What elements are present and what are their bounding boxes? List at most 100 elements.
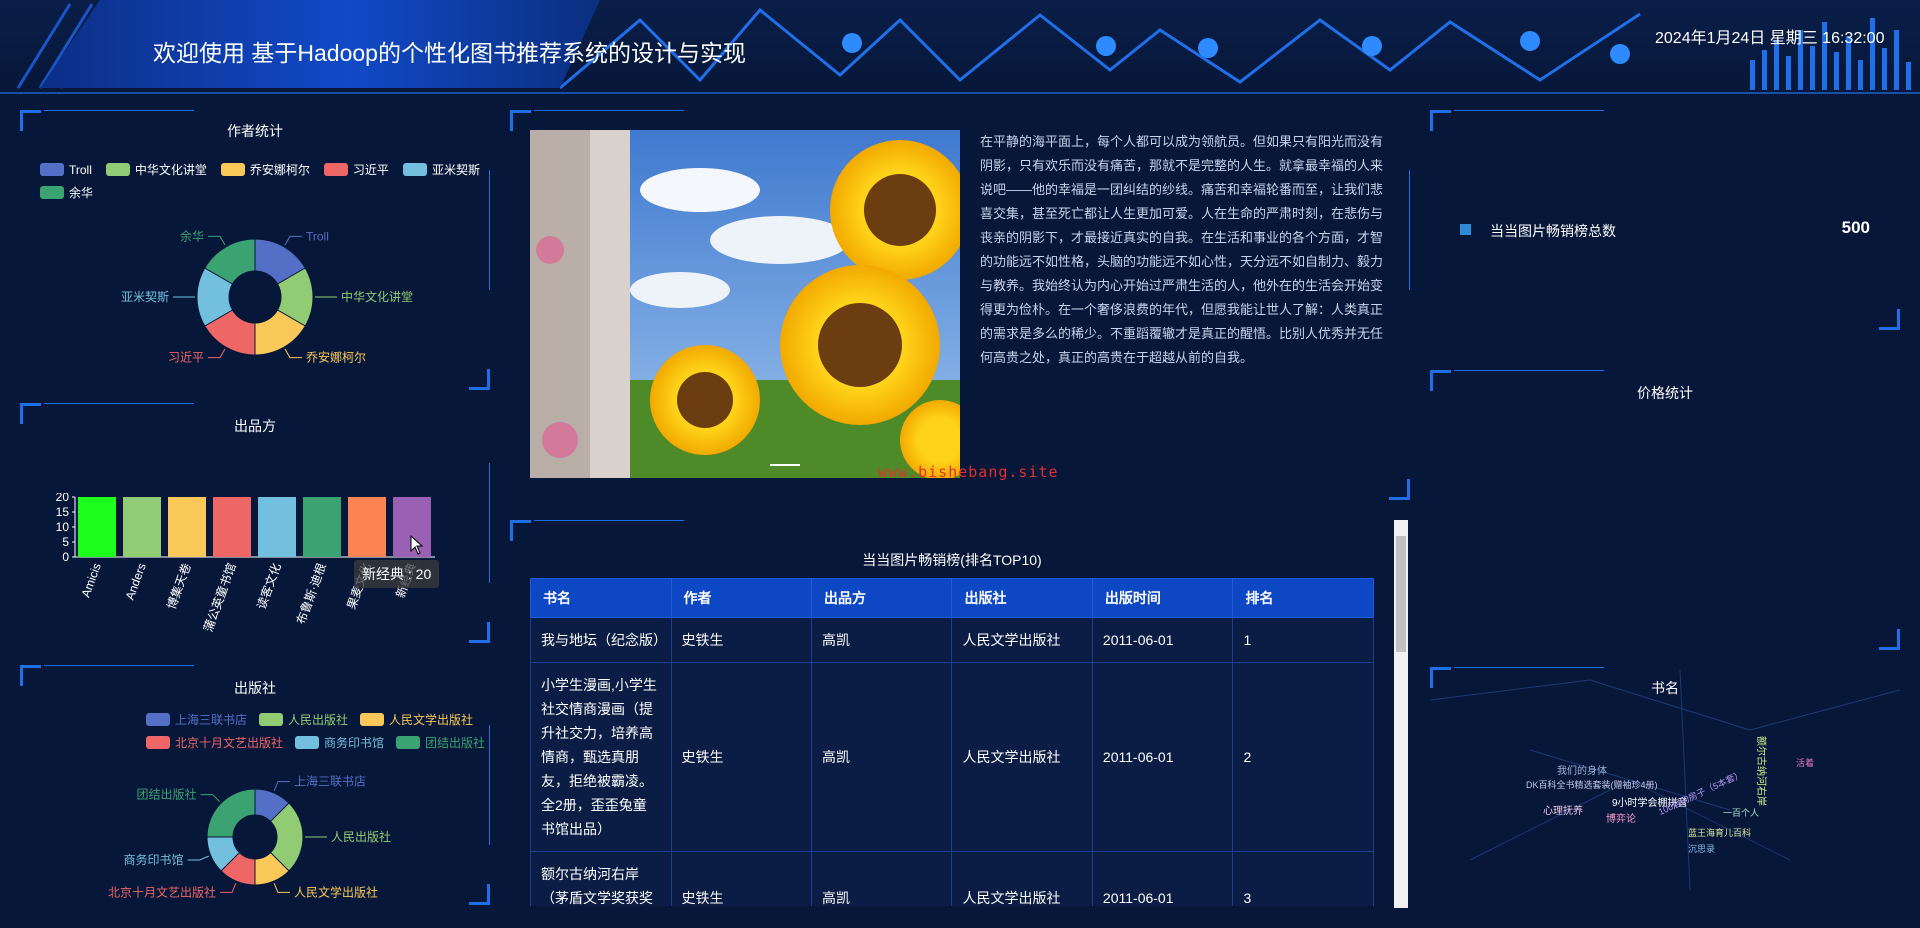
slice-label: 中华文化讲堂	[341, 289, 413, 304]
label-line	[284, 348, 302, 359]
x-tick-label: Amicis	[79, 561, 104, 599]
bar[interactable]	[168, 497, 206, 557]
watermark-text: www.bishebang.site	[878, 463, 1059, 481]
y-tick-label: 5	[62, 535, 69, 549]
legend-label: 习近平	[352, 163, 389, 177]
word-cloud-item[interactable]: 额尔古纳河右岸	[1755, 736, 1770, 806]
legend-label: 上海三联书店	[175, 713, 248, 727]
slice-label: 北京十月文艺出版社	[108, 884, 216, 899]
page-header: 欢迎使用 基于Hadoop的个性化图书推荐系统的设计与实现 2024年1月24日…	[0, 0, 1920, 94]
label-line	[208, 348, 226, 359]
legend-label: 中华文化讲堂	[134, 163, 207, 177]
table-row[interactable]: 额尔古纳河右岸（茅盾文学奖获奖作品） 史铁生 高凯 人民文学出版社 2011-0…	[530, 851, 1374, 906]
word-cloud-item[interactable]: 心理抚养	[1543, 802, 1583, 817]
legend-item[interactable]: 北京十月文艺出版社	[146, 734, 283, 751]
table-scrollbar[interactable]	[1394, 520, 1408, 908]
bar[interactable]	[348, 497, 386, 557]
y-tick-label: 10	[56, 520, 70, 534]
column-header: 书名	[530, 578, 672, 618]
legend-swatch	[146, 736, 170, 749]
panel-edge	[1454, 370, 1604, 371]
bar[interactable]	[258, 497, 296, 557]
slice-label: 亚米契斯	[121, 290, 169, 304]
legend-item[interactable]: 余华	[40, 184, 93, 201]
slice-label: 人民文学出版社	[294, 884, 378, 899]
bar[interactable]	[78, 497, 116, 557]
total-label: 当当图片畅销榜总数	[1490, 223, 1616, 239]
bookname-word-cloud: 我们的身体 DK百科全书精选套装(赠袖珍4册) 9小时学会棚拼音 心理抚养 博弈…	[1430, 720, 1900, 910]
author-stats-panel: 作者统计 Troll 中华文化讲堂 乔安娜柯尔 习近平 亚米契斯 余华 Trol…	[20, 110, 490, 390]
word-cloud-item[interactable]: 蓝王海育儿百科	[1688, 826, 1751, 839]
legend-swatch	[360, 713, 385, 726]
panel-edge	[1409, 170, 1410, 290]
word-cloud-item[interactable]: 活着	[1796, 756, 1814, 769]
legend-item[interactable]: 上海三联书店	[146, 711, 247, 728]
ranking-table-wrap: 书名 作者 出品方 出版社 出版时间 排名 我与地坛（纪念版） 史铁生 高凯 人…	[530, 578, 1374, 906]
bar[interactable]	[123, 497, 161, 557]
author-stats-title: 作者统计	[227, 123, 283, 139]
table-cell: 高凯	[810, 617, 953, 663]
legend-item[interactable]: Troll	[40, 161, 92, 178]
table-cell: 2	[1232, 662, 1374, 852]
table-cell: 2011-06-01	[1091, 851, 1234, 906]
legend-label: 余华	[69, 186, 94, 200]
table-cell: 1	[1232, 617, 1374, 663]
panel-edge	[1454, 110, 1604, 111]
legend-item[interactable]: 人民文学出版社	[360, 711, 473, 728]
legend-item[interactable]: 亚米契斯	[402, 161, 480, 178]
price-title: 价格统计	[1637, 385, 1693, 401]
panel-corner	[1879, 629, 1900, 650]
column-header: 作者	[670, 578, 812, 618]
column-header: 出版社	[951, 578, 1093, 618]
table-cell: 人民文学出版社	[951, 662, 1093, 852]
total-value: 500	[1841, 218, 1870, 237]
word-cloud-item[interactable]: 一百个人	[1723, 806, 1759, 819]
legend-swatch	[105, 163, 130, 176]
table-cell: 3	[1232, 851, 1374, 906]
word-cloud-item[interactable]: 我们的身体	[1557, 762, 1607, 777]
image-carousel[interactable]	[530, 130, 960, 478]
x-tick-label: Anders	[123, 561, 149, 602]
legend-label: 北京十月文艺出版社	[175, 736, 284, 750]
author-donut-chart[interactable]: Troll 中华文化讲堂乔安娜柯尔 习近平 亚米契斯 余华	[20, 200, 490, 390]
table-cell: 我与地坛（纪念版）	[530, 617, 672, 663]
x-tick-label: 蒲公英童书馆	[200, 561, 239, 634]
legend-label: 亚米契斯	[431, 163, 480, 177]
table-row[interactable]: 小学生漫画,小学生社交情商漫画（提升社交力，培养高情商，甄选真朋友，拒绝被霸凌。…	[530, 662, 1374, 852]
legend-item[interactable]: 乔安娜柯尔	[220, 161, 310, 178]
legend-item[interactable]: 中华文化讲堂	[105, 161, 207, 178]
table-cell: 2011-06-01	[1091, 662, 1234, 852]
panel-corner	[1430, 110, 1451, 131]
panel-corner	[1879, 309, 1900, 330]
legend-swatch	[295, 736, 320, 749]
word-cloud-item[interactable]: 沉思录	[1688, 842, 1715, 855]
scrollbar-thumb[interactable]	[1396, 536, 1406, 652]
legend-item[interactable]: 商务印书馆	[295, 734, 384, 751]
slice-label: 习近平	[168, 351, 204, 365]
table-header-row: 书名 作者 出品方 出版社 出版时间 排名	[530, 578, 1374, 618]
slice-label: 人民出版社	[331, 829, 391, 844]
legend-swatch	[220, 163, 245, 176]
bar[interactable]	[303, 497, 341, 557]
label-line	[187, 855, 209, 861]
legend-label: 人民出版社	[288, 713, 349, 727]
label-line	[273, 781, 290, 791]
x-tick-label: 布鲁斯·迪根	[294, 561, 329, 626]
legend-item[interactable]: 团结出版社	[396, 734, 485, 751]
legend-label: 商务印书馆	[324, 736, 385, 750]
slice-label: 上海三联书店	[294, 774, 366, 789]
label-line	[220, 883, 237, 893]
panel-corner	[510, 520, 531, 541]
word-cloud-item[interactable]: DK百科全书精选套装(赠袖珍4册)	[1526, 778, 1658, 791]
publisher-donut-chart[interactable]: 上海三联书店人民出版社人民文学出版社 北京十月文艺出版社 商务印书馆 团结出版社	[20, 755, 490, 905]
label-line	[200, 794, 220, 802]
table-cell: 高凯	[810, 662, 953, 852]
legend-item[interactable]: 人民出版社	[259, 711, 348, 728]
legend-swatch	[402, 163, 427, 176]
y-tick-label: 0	[62, 550, 69, 564]
bar[interactable]	[213, 497, 251, 557]
publisher-legend: 上海三联书店 人民出版社 人民文学出版社 北京十月文艺出版社 商务印书馆 团结出…	[146, 711, 486, 751]
table-row[interactable]: 我与地坛（纪念版） 史铁生 高凯 人民文学出版社 2011-06-01 1	[530, 617, 1374, 663]
word-cloud-item[interactable]: 博弈论	[1606, 810, 1636, 825]
legend-item[interactable]: 习近平	[323, 161, 389, 178]
